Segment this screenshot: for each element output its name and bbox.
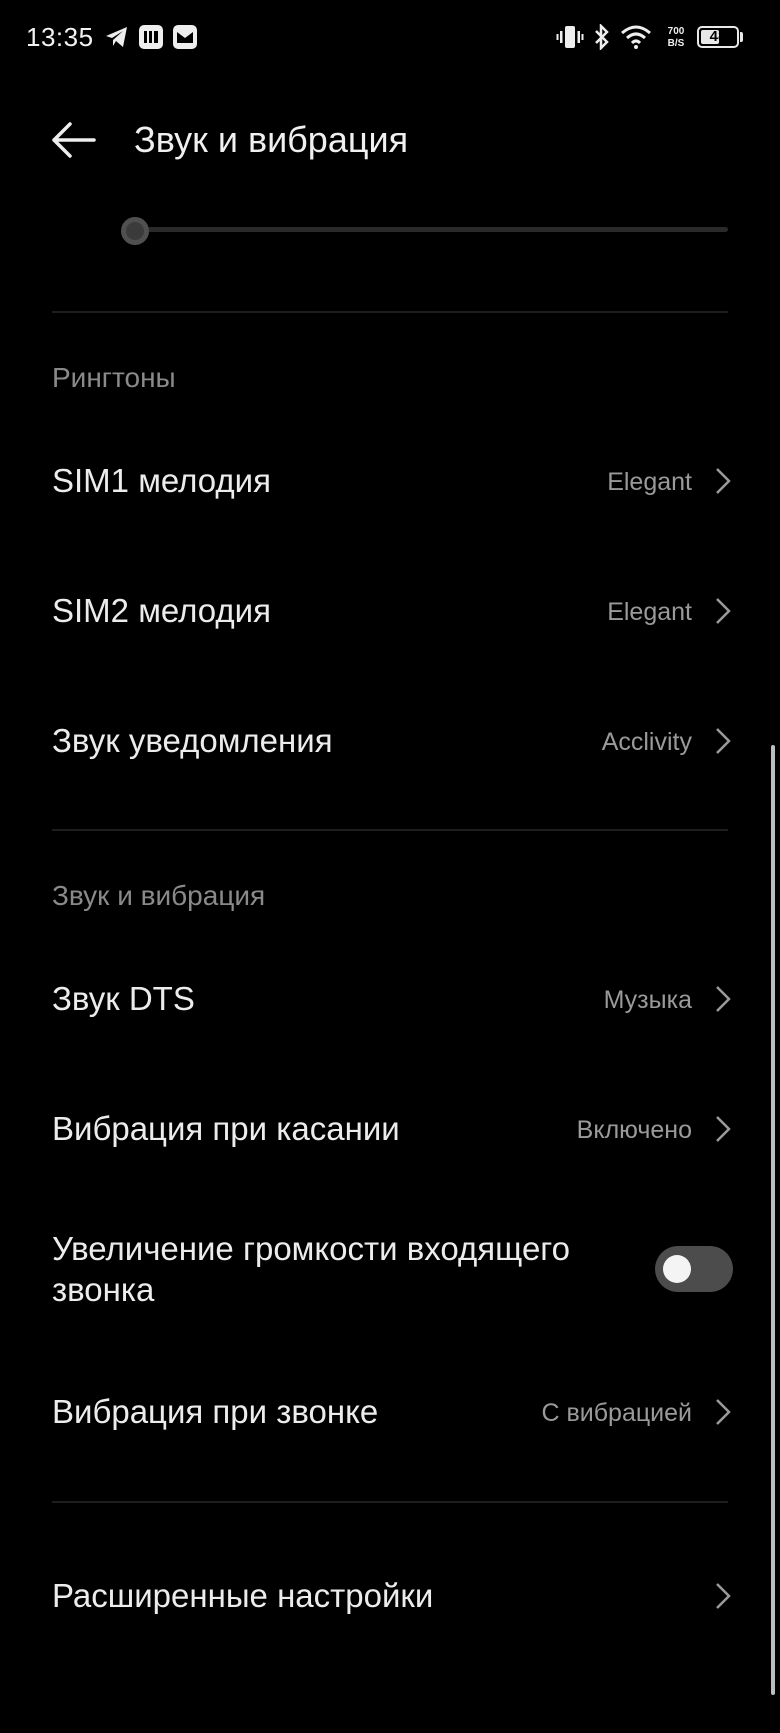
network-speed-value: 700 bbox=[667, 26, 685, 37]
volume-slider-thumb[interactable] bbox=[121, 217, 149, 245]
battery-icon: 48 bbox=[697, 26, 739, 48]
page-title: Звук и вибрация bbox=[134, 119, 409, 160]
chevron-right-icon bbox=[716, 468, 731, 494]
divider bbox=[52, 311, 728, 313]
row-value: Музыка bbox=[603, 986, 692, 1014]
wifi-icon bbox=[621, 25, 651, 49]
row-label: Звук уведомления bbox=[52, 722, 333, 759]
vibrate-icon bbox=[556, 26, 584, 48]
row-value: Включено bbox=[576, 1116, 692, 1144]
row-label: Звук DTS bbox=[52, 980, 195, 1017]
chevron-right-icon bbox=[716, 986, 731, 1012]
chevron-right-icon bbox=[716, 728, 731, 754]
advanced-settings-row[interactable]: Расширенные настройки bbox=[0, 1563, 780, 1629]
telegram-icon bbox=[106, 27, 127, 47]
bluetooth-icon bbox=[595, 24, 609, 50]
sim2-ringtone-row[interactable]: SIM2 мелодия Elegant bbox=[0, 578, 780, 644]
incoming-call-volume-toggle[interactable] bbox=[655, 1246, 733, 1292]
sim1-ringtone-row[interactable]: SIM1 мелодия Elegant bbox=[0, 448, 780, 514]
row-label-line1: Увеличение громкости входящего bbox=[52, 1230, 570, 1267]
scrollbar[interactable] bbox=[771, 745, 775, 1695]
chevron-right-icon bbox=[716, 1583, 731, 1609]
volume-slider-track[interactable] bbox=[132, 227, 728, 232]
divider bbox=[52, 1501, 728, 1503]
notification-sound-row[interactable]: Звук уведомления Acclivity bbox=[0, 708, 780, 774]
section-header-ringtones: Рингтоны bbox=[52, 362, 176, 393]
mail-icon bbox=[173, 25, 197, 49]
chevron-right-icon bbox=[716, 598, 731, 624]
incoming-call-volume-row[interactable]: Увеличение громкости входящего звонка bbox=[0, 1226, 780, 1312]
network-speed-unit: B/S bbox=[667, 38, 685, 49]
chevron-right-icon bbox=[716, 1399, 731, 1425]
divider bbox=[52, 829, 728, 831]
toggle-knob bbox=[663, 1255, 691, 1283]
row-label: Увеличение громкости входящего звонка bbox=[52, 1228, 570, 1310]
row-label: Вибрация при звонке bbox=[52, 1393, 379, 1430]
status-bar: 13:35 700 B/S 48 bbox=[0, 0, 780, 80]
chevron-right-icon bbox=[716, 1116, 731, 1142]
row-label: SIM1 мелодия bbox=[52, 462, 271, 499]
back-arrow-icon[interactable] bbox=[48, 118, 98, 162]
row-label-line2: звонка bbox=[52, 1271, 155, 1308]
row-value: С вибрацией bbox=[541, 1399, 692, 1427]
dts-sound-row[interactable]: Звук DTS Музыка bbox=[0, 966, 780, 1032]
battery-nub bbox=[740, 32, 743, 42]
row-label: Расширенные настройки bbox=[52, 1577, 434, 1614]
touch-vibration-row[interactable]: Вибрация при касании Включено bbox=[0, 1096, 780, 1162]
network-speed: 700 B/S bbox=[660, 26, 692, 50]
row-value: Elegant bbox=[607, 468, 692, 496]
status-time: 13:35 bbox=[26, 22, 94, 52]
ring-vibration-row[interactable]: Вибрация при звонке С вибрацией bbox=[0, 1379, 780, 1445]
battery-level: 48 bbox=[709, 28, 727, 45]
row-label: SIM2 мелодия bbox=[52, 592, 271, 629]
app-icon bbox=[139, 25, 163, 49]
row-label: Вибрация при касании bbox=[52, 1110, 400, 1147]
section-header-sound: Звук и вибрация bbox=[52, 880, 266, 911]
row-value: Elegant bbox=[607, 598, 692, 626]
row-value: Acclivity bbox=[601, 728, 692, 756]
